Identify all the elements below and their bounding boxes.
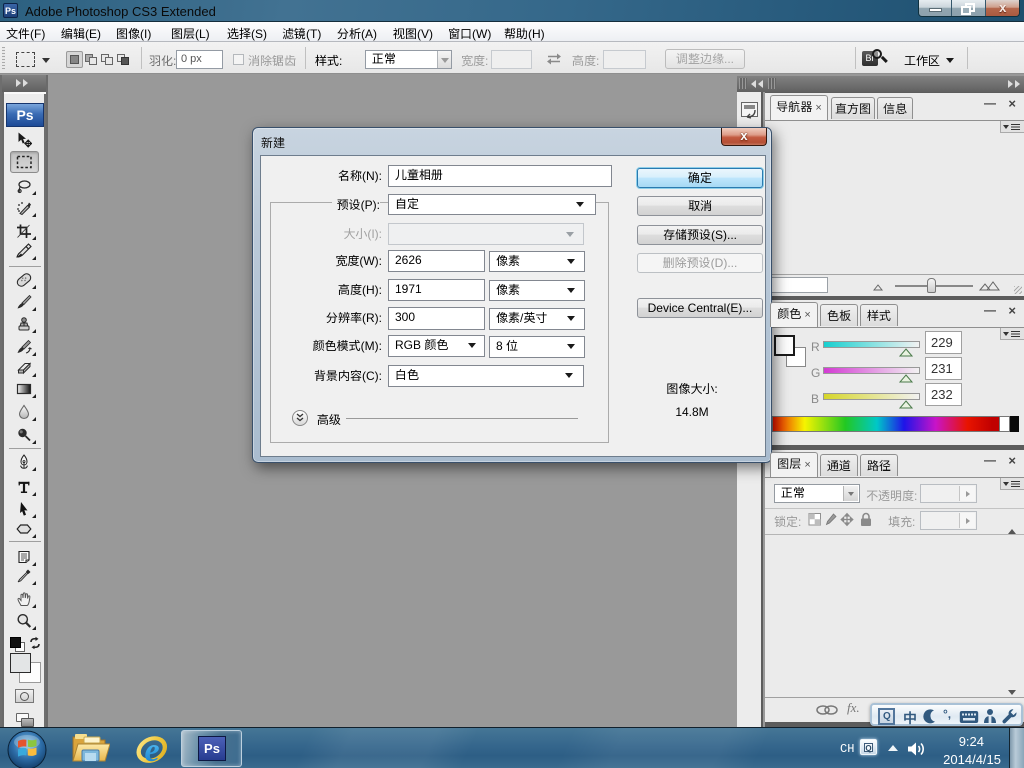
- svg-text:e: e: [144, 732, 159, 767]
